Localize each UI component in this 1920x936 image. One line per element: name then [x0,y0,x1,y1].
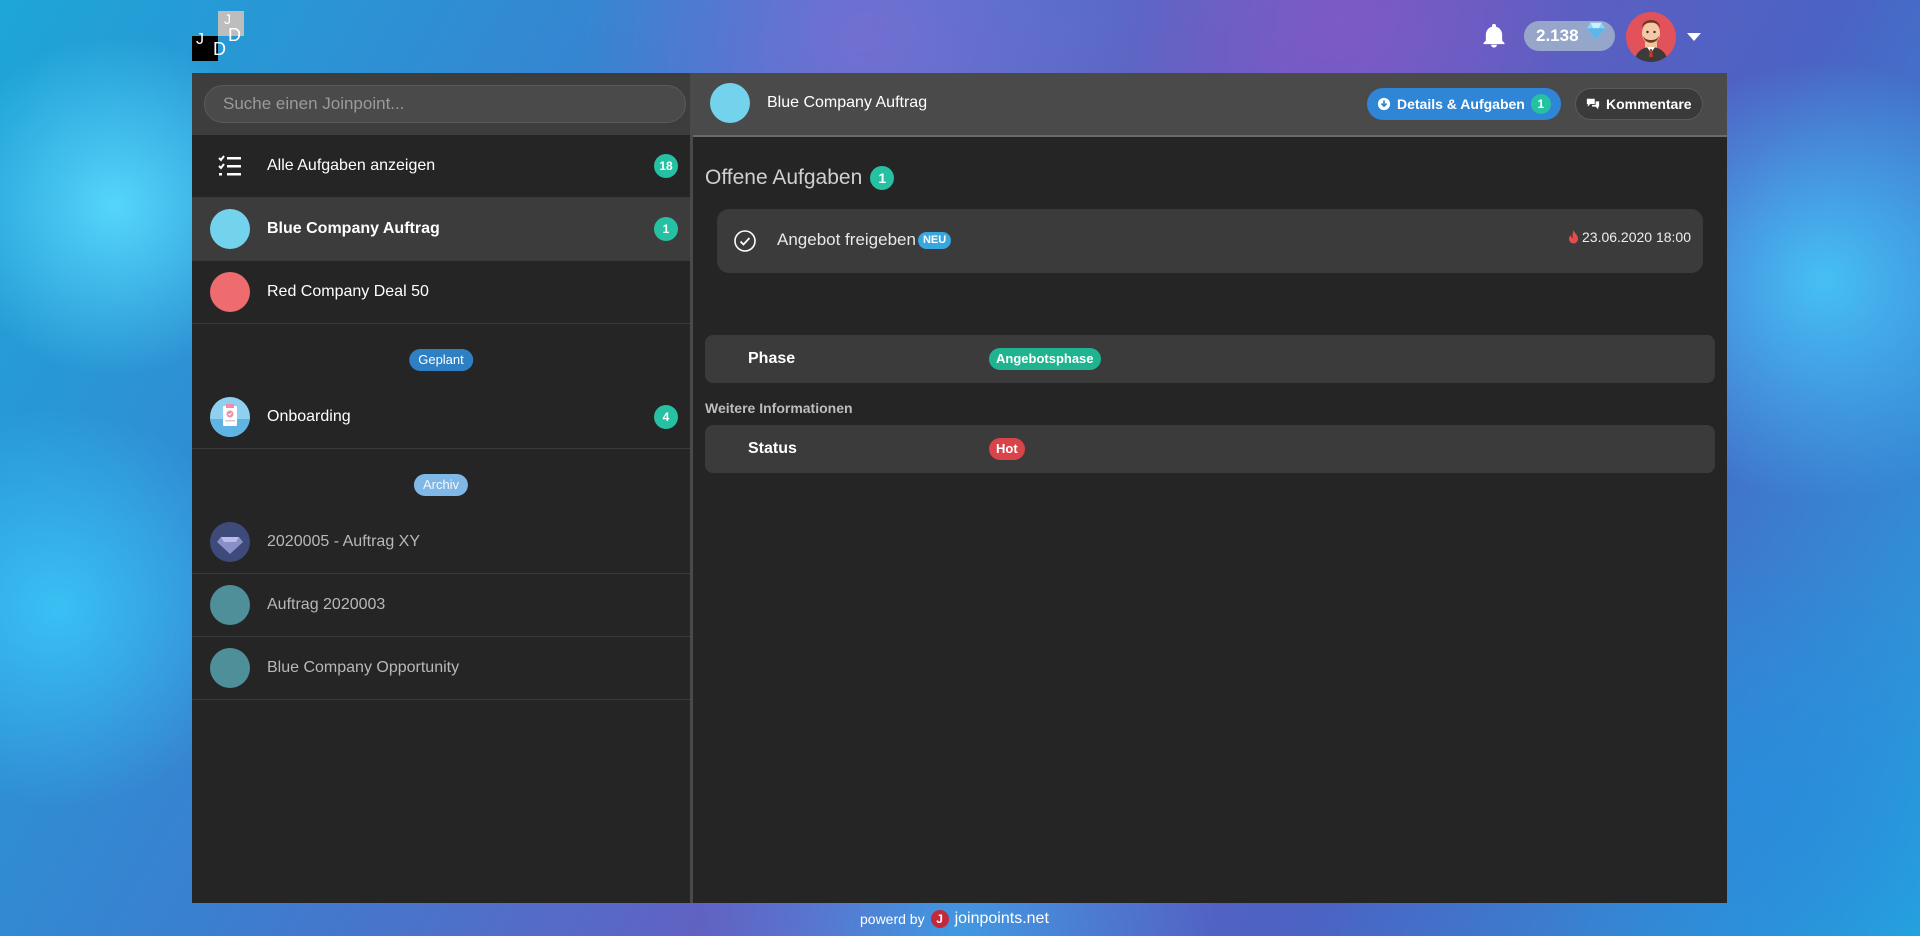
tab-label: Kommentare [1606,96,1692,112]
sidebar-item-label: 2020005 - Auftrag XY [267,533,420,550]
sidebar-item-onboarding[interactable]: Onboarding 4 [192,386,690,449]
arrow-circle-down-icon [1377,97,1391,111]
fire-icon [1569,230,1578,244]
sidebar-item-label: Blue Company Auftrag [267,220,440,237]
check-circle-icon[interactable] [733,229,757,253]
footer: powerd by J joinpoints.net [860,910,1049,928]
group-label-planned: Geplant [409,349,473,371]
status-row: Status Hot [705,425,1715,473]
sidebar-item-auftrag-xy[interactable]: 2020005 - Auftrag XY [192,511,690,574]
task-card[interactable]: Angebot freigeben NEU 23.06.2020 18:00 [717,209,1703,273]
joinpoint-avatar [210,209,250,249]
joinpoints-link[interactable]: joinpoints.net [955,910,1049,928]
task-count-badge: 4 [654,405,678,429]
phase-badge[interactable]: Angebotsphase [989,348,1101,370]
app-logo[interactable]: J D J D [192,11,244,61]
open-tasks-title: Offene Aufgaben [705,166,863,189]
joinpoint-avatar [210,585,250,625]
comments-icon [1586,98,1600,110]
tab-comments[interactable]: Kommentare [1575,88,1703,120]
page-title: Blue Company Auftrag [767,94,928,111]
task-title: Angebot freigeben [777,230,916,249]
group-separator-archive: Archiv [192,449,690,511]
task-count-badge: 18 [654,154,678,178]
phase-row: Phase Angebotsphase [705,335,1715,383]
sidebar-item-label: Blue Company Opportunity [267,659,460,676]
powered-by-text: powerd by [860,911,925,927]
logo-letter: D [228,25,241,45]
sidebar-item-label: Auftrag 2020003 [267,596,386,613]
phase-label: Phase [748,350,796,367]
user-avatar[interactable] [1626,12,1676,62]
diamond-icon [1585,20,1607,52]
detail-header: Blue Company Auftrag Details & Aufgaben … [693,73,1727,137]
diamond-avatar [210,522,250,562]
joinpoint-avatar [210,272,250,312]
tab-details-tasks[interactable]: Details & Aufgaben 1 [1367,88,1561,120]
new-badge: NEU [917,232,952,250]
sidebar-item-auftrag-2020003[interactable]: Auftrag 2020003 [192,574,690,637]
task-name: Angebot freigeben NEU [777,230,952,250]
open-tasks-heading: Offene Aufgaben 1 [705,166,895,190]
sidebar: Alle Aufgaben anzeigen 18 Blue Company A… [192,73,693,903]
search-bar [192,73,690,135]
group-label-archive: Archiv [413,474,469,496]
logo-letter: J [196,31,204,48]
points-badge[interactable]: 2.138 [1524,21,1615,51]
search-input[interactable] [204,85,686,123]
joinpoint-avatar [710,83,750,123]
due-date-text: 23.06.2020 18:00 [1582,229,1691,245]
bell-icon[interactable] [1480,22,1508,50]
more-info-heading: Weitere Informationen [705,400,853,416]
task-list-icon [218,155,241,176]
joinpoints-logo-icon: J [930,910,949,928]
task-count-badge: 1 [654,217,678,241]
logo-letter: D [213,39,226,59]
sidebar-item-all-tasks[interactable]: Alle Aufgaben anzeigen 18 [192,135,690,198]
joinpoint-avatar [210,648,250,688]
tab-label: Details & Aufgaben [1397,96,1525,112]
sidebar-item-red-company-deal[interactable]: Red Company Deal 50 [192,261,690,324]
status-badge[interactable]: Hot [989,438,1025,460]
sidebar-item-blue-company-opportunity[interactable]: Blue Company Opportunity [192,637,690,700]
onboarding-avatar [210,397,250,437]
points-value: 2.138 [1536,26,1579,45]
sidebar-item-label: Onboarding [267,408,351,425]
chevron-down-icon[interactable] [1687,33,1701,41]
sidebar-item-label: Alle Aufgaben anzeigen [267,157,436,174]
group-separator-planned: Geplant [192,324,690,386]
open-tasks-count: 1 [870,166,895,190]
status-label: Status [748,440,797,457]
main-panel: Alle Aufgaben anzeigen 18 Blue Company A… [192,73,1727,903]
joinpoint-detail: Blue Company Auftrag Details & Aufgaben … [693,73,1727,903]
sidebar-item-blue-company-auftrag[interactable]: Blue Company Auftrag 1 [192,198,690,261]
tab-count-badge: 1 [1530,94,1551,114]
task-due-date: 23.06.2020 18:00 [1568,229,1691,245]
sidebar-item-label: Red Company Deal 50 [267,283,429,300]
